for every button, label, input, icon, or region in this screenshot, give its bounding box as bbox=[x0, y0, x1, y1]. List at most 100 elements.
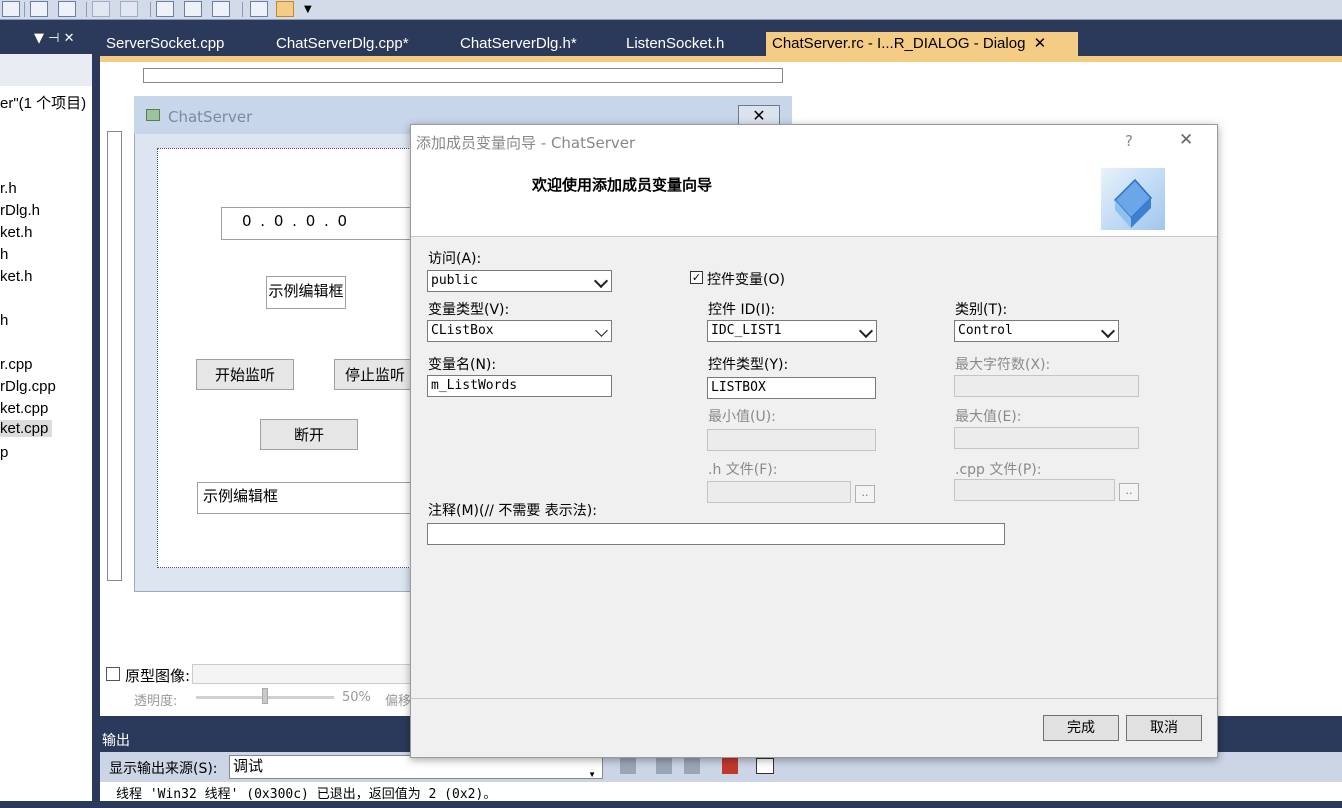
access-label: 访问(A): bbox=[428, 251, 482, 267]
tab-chatserverdlg-cpp[interactable]: ChatServerDlg.cpp* bbox=[276, 32, 409, 56]
control-variable-checkbox[interactable]: ✓ bbox=[690, 271, 703, 284]
min-value-input[interactable] bbox=[707, 429, 876, 451]
solution-item[interactable]: ket.h bbox=[0, 224, 33, 241]
solution-explorer: er"(1 个项目) r.h rDlg.h ket.h h ket.h h r.… bbox=[0, 54, 92, 801]
grid-icon[interactable] bbox=[250, 1, 268, 17]
control-id-label: 控件 ID(I): bbox=[708, 302, 776, 318]
max-chars-input[interactable] bbox=[954, 375, 1139, 397]
solution-item[interactable]: r.cpp bbox=[0, 356, 33, 373]
chevron-down-icon: ▼ bbox=[588, 770, 596, 779]
cpp-file-input[interactable] bbox=[954, 479, 1115, 501]
toolbar-separator bbox=[86, 2, 87, 17]
disconnect-button[interactable]: 断开 bbox=[260, 419, 358, 450]
next-icon[interactable] bbox=[684, 758, 700, 774]
chevron-down-icon bbox=[1100, 323, 1116, 339]
footer-divider bbox=[411, 698, 1217, 699]
cancel-button[interactable]: 取消 bbox=[1126, 715, 1202, 741]
solution-toolbar bbox=[0, 54, 92, 86]
clear-all-icon[interactable] bbox=[722, 758, 738, 774]
category-select[interactable]: Control bbox=[954, 320, 1119, 342]
solution-item[interactable]: p bbox=[0, 444, 8, 461]
top-toolbar: ▼ bbox=[0, 0, 1342, 20]
tab-listensocket-h[interactable]: ListenSocket.h bbox=[626, 32, 724, 56]
prototype-checkbox[interactable] bbox=[106, 667, 120, 681]
overflow-icon[interactable]: ▼ bbox=[304, 4, 312, 15]
close-icon[interactable]: ✕ bbox=[1179, 130, 1193, 150]
h-file-input[interactable] bbox=[707, 481, 851, 503]
variable-name-label: 变量名(N): bbox=[428, 357, 497, 373]
solution-item-selected[interactable]: ket.cpp bbox=[0, 420, 53, 437]
pane-controls[interactable]: ▼ ⊣ ✕ bbox=[34, 31, 74, 46]
ip-address-control[interactable]: 0 . 0 . 0 . 0 bbox=[221, 207, 421, 240]
sample-edit-box[interactable]: 示例编辑框 bbox=[266, 276, 346, 309]
variable-type-label: 变量类型(V): bbox=[428, 302, 510, 318]
vertical-ruler[interactable] bbox=[107, 131, 122, 581]
tab-serversocket-cpp[interactable]: ServerSocket.cpp bbox=[106, 32, 224, 56]
wizard-heading: 欢迎使用添加成员变量向导 bbox=[532, 176, 713, 194]
toolbar-icon[interactable] bbox=[120, 1, 138, 17]
output-log-line: 线程 'Win32 线程' (0x300c) 已退出，返回值为 2 (0x2)。 bbox=[116, 787, 497, 802]
toolbar-separator bbox=[150, 2, 151, 17]
prototype-path-field[interactable] bbox=[192, 664, 412, 684]
access-value: public bbox=[431, 273, 478, 288]
opacity-slider-thumb[interactable] bbox=[262, 688, 268, 704]
comment-input[interactable] bbox=[427, 523, 1005, 545]
access-select[interactable]: public bbox=[427, 270, 612, 292]
min-value-label: 最小值(U): bbox=[708, 409, 776, 425]
output-log: 线程 'Win32 线程' (0x300c) 已退出，返回值为 2 (0x2)。 bbox=[100, 782, 1342, 802]
help-icon[interactable]: ? bbox=[1125, 132, 1133, 150]
h-file-label: .h 文件(F): bbox=[708, 462, 778, 478]
output-title: 输出 bbox=[102, 733, 130, 749]
control-type-input[interactable]: LISTBOX bbox=[707, 377, 876, 399]
max-value-label: 最大值(E): bbox=[955, 409, 1022, 425]
h-file-browse-button[interactable]: .. bbox=[855, 485, 875, 503]
solution-item[interactable]: r.h bbox=[0, 180, 17, 197]
sample-edit-box-2[interactable]: 示例编辑框 bbox=[197, 482, 417, 514]
solution-item[interactable]: er"(1 个项目) bbox=[0, 92, 86, 113]
control-id-select[interactable]: IDC_LIST1 bbox=[707, 320, 877, 342]
prototype-label: 原型图像: bbox=[125, 667, 191, 685]
close-tab-icon[interactable]: ✕ bbox=[1034, 35, 1047, 52]
solution-item[interactable]: rDlg.h bbox=[0, 202, 40, 219]
control-type-label: 控件类型(Y): bbox=[708, 357, 789, 373]
finish-button[interactable]: 完成 bbox=[1043, 715, 1119, 741]
offset-label: 偏移 bbox=[385, 694, 412, 709]
solution-item[interactable]: h bbox=[0, 246, 8, 263]
tab-chatserver-rc[interactable]: ChatServer.rc - I...R_DIALOG - Dialog ✕ bbox=[766, 32, 1078, 56]
solution-item[interactable]: ket.cpp bbox=[0, 400, 48, 417]
toolbar-icon[interactable] bbox=[156, 1, 174, 17]
control-variable-label: 控件变量(O) bbox=[707, 272, 785, 288]
toolbar-icon[interactable] bbox=[92, 1, 110, 17]
guides-icon[interactable] bbox=[276, 1, 294, 17]
word-wrap-icon[interactable] bbox=[756, 758, 774, 774]
solution-item[interactable]: h bbox=[0, 312, 8, 329]
previous-icon[interactable] bbox=[656, 758, 672, 774]
solution-item[interactable]: ket.h bbox=[0, 268, 33, 285]
toolbar-icon[interactable] bbox=[212, 1, 230, 17]
wizard-header: 添加成员变量向导 - ChatServer ? ✕ 欢迎使用添加成员变量向导 bbox=[411, 125, 1217, 237]
tab-label: ChatServer.rc - I...R_DIALOG - Dialog bbox=[772, 35, 1026, 52]
cpp-file-browse-button[interactable]: .. bbox=[1119, 483, 1139, 501]
category-value: Control bbox=[958, 323, 1013, 338]
horizontal-ruler[interactable] bbox=[143, 68, 783, 83]
start-listen-button[interactable]: 开始监听 bbox=[196, 359, 294, 390]
chevron-down-icon bbox=[595, 324, 608, 337]
toolbar-icon[interactable] bbox=[2, 1, 20, 17]
toolbar-icon[interactable] bbox=[58, 1, 76, 17]
tab-chatserverdlg-h[interactable]: ChatServerDlg.h* bbox=[460, 32, 577, 56]
toolbar-icon[interactable] bbox=[30, 1, 48, 17]
goto-icon[interactable] bbox=[620, 758, 636, 774]
variable-name-input[interactable]: m_ListWords bbox=[427, 375, 612, 397]
toolbar-icon[interactable] bbox=[184, 1, 202, 17]
stop-listen-button[interactable]: 停止监听 bbox=[334, 359, 416, 390]
max-value-input[interactable] bbox=[954, 427, 1139, 449]
output-source-label: 显示输出来源(S): bbox=[109, 761, 218, 777]
chevron-down-icon bbox=[593, 273, 609, 289]
output-source-select[interactable]: 调试 ▼ bbox=[229, 755, 603, 779]
app-icon bbox=[146, 109, 160, 121]
variable-type-value: CListBox bbox=[431, 323, 494, 338]
solution-item[interactable]: rDlg.cpp bbox=[0, 378, 56, 395]
output-source-value: 调试 bbox=[233, 758, 264, 775]
variable-type-select[interactable]: CListBox bbox=[427, 320, 612, 342]
wizard-title: 添加成员变量向导 - ChatServer bbox=[416, 134, 636, 152]
